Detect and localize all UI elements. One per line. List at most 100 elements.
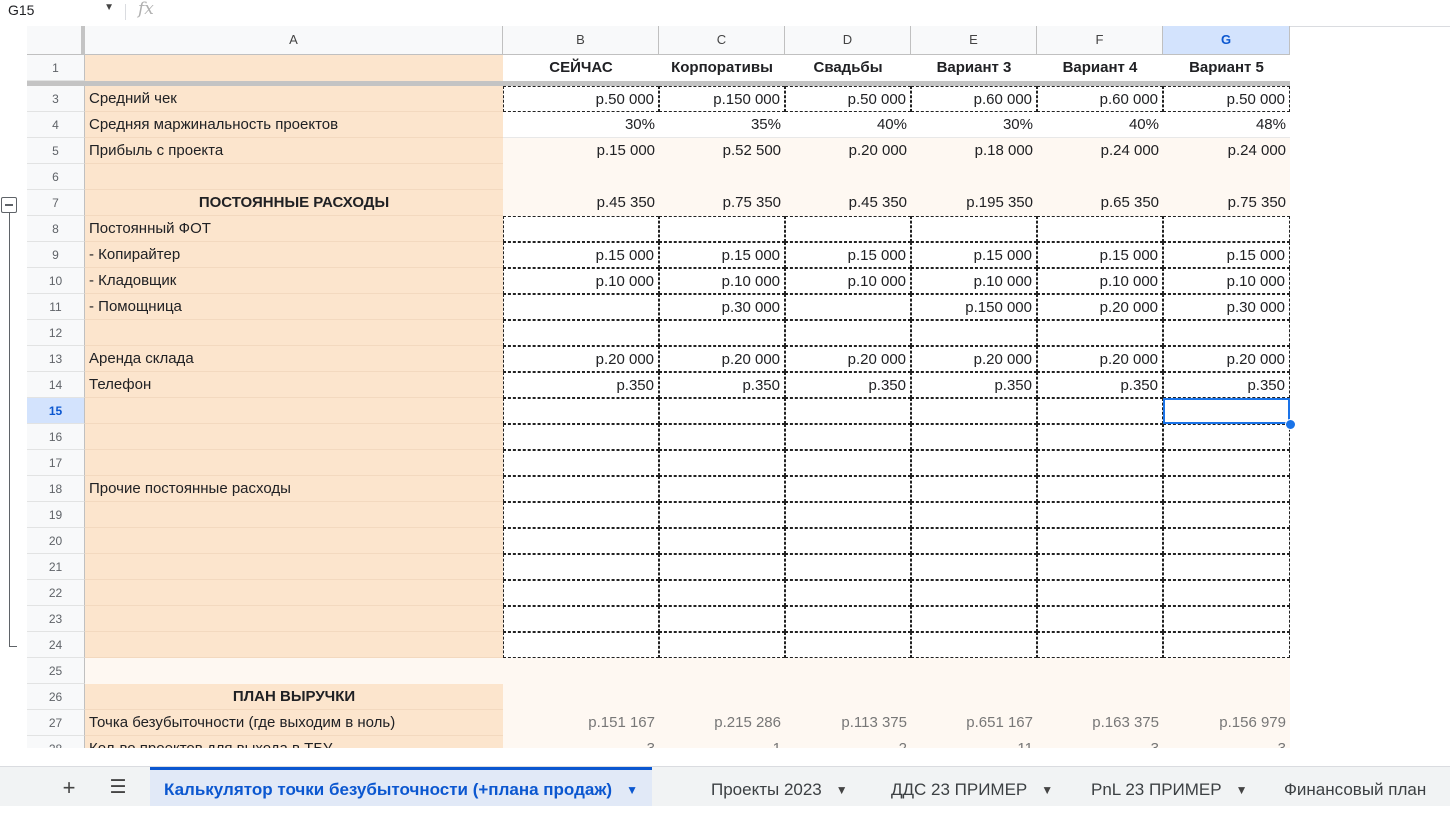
row-header-12[interactable]: 12 [27, 320, 85, 346]
col-b-row-8[interactable] [503, 216, 659, 242]
col-g-row-19[interactable] [1163, 502, 1290, 528]
row-header-24[interactable]: 24 [27, 632, 85, 658]
col-e-row-26[interactable] [911, 684, 1037, 710]
col-f-row-26[interactable] [1037, 684, 1163, 710]
col-g-row-8[interactable] [1163, 216, 1290, 242]
col-d-row-12[interactable] [785, 320, 911, 346]
add-sheet-button[interactable]: + [54, 773, 84, 803]
active-cell-selection[interactable] [1163, 398, 1290, 424]
cell-a6[interactable] [85, 164, 503, 190]
col-c-row-11[interactable]: р.30 000 [659, 294, 785, 320]
row-header-14[interactable]: 14 [27, 372, 85, 398]
col-d-row-7[interactable]: р.45 350 [785, 190, 911, 216]
col-f-row-24[interactable] [1037, 632, 1163, 658]
column-header-b[interactable]: B [503, 26, 659, 55]
col-b-row-19[interactable] [503, 502, 659, 528]
col-c-row-10[interactable]: р.10 000 [659, 268, 785, 294]
col-e-row-25[interactable] [911, 658, 1037, 684]
col-b-row-24[interactable] [503, 632, 659, 658]
col-g-row-21[interactable] [1163, 554, 1290, 580]
cell-a17[interactable] [85, 450, 503, 476]
col-g-row-13[interactable]: р.20 000 [1163, 346, 1290, 372]
col-e-row-16[interactable] [911, 424, 1037, 450]
column-header-a[interactable]: A [85, 26, 503, 55]
col-f-row-9[interactable]: р.15 000 [1037, 242, 1163, 268]
col-g-row-1[interactable]: Вариант 5 [1163, 55, 1290, 81]
col-c-row-23[interactable] [659, 606, 785, 632]
cell-a9[interactable]: - Копирайтер [85, 242, 503, 268]
col-f-row-13[interactable]: р.20 000 [1037, 346, 1163, 372]
cell-a8[interactable]: Постоянный ФОТ [85, 216, 503, 242]
col-f-row-27[interactable]: р.163 375 [1037, 710, 1163, 736]
col-c-row-19[interactable] [659, 502, 785, 528]
col-d-row-24[interactable] [785, 632, 911, 658]
col-e-row-8[interactable] [911, 216, 1037, 242]
fill-handle[interactable] [1285, 419, 1296, 430]
name-box[interactable]: G15 ▼ [0, 0, 120, 20]
col-d-row-5[interactable]: р.20 000 [785, 138, 911, 164]
col-e-row-27[interactable]: р.651 167 [911, 710, 1037, 736]
col-e-row-12[interactable] [911, 320, 1037, 346]
col-e-row-17[interactable] [911, 450, 1037, 476]
col-f-row-11[interactable]: р.20 000 [1037, 294, 1163, 320]
cell-a11[interactable]: - Помощница [85, 294, 503, 320]
col-d-row-1[interactable]: Свадьбы [785, 55, 911, 81]
col-c-row-12[interactable] [659, 320, 785, 346]
cell-a4[interactable]: Средняя маржинальность проектов [85, 112, 503, 138]
sheet-tab-4[interactable]: PnL 23 ПРИМЕР ▼ [1077, 767, 1261, 806]
cell-a15[interactable] [85, 398, 503, 424]
col-b-row-25[interactable] [503, 658, 659, 684]
col-d-row-28[interactable]: 2 [785, 736, 911, 748]
col-d-row-20[interactable] [785, 528, 911, 554]
row-header-27[interactable]: 27 [27, 710, 85, 736]
col-e-row-9[interactable]: р.15 000 [911, 242, 1037, 268]
col-f-row-22[interactable] [1037, 580, 1163, 606]
col-c-row-3[interactable]: р.150 000 [659, 86, 785, 112]
cell-a5[interactable]: Прибыль с проекта [85, 138, 503, 164]
col-f-row-7[interactable]: р.65 350 [1037, 190, 1163, 216]
col-d-row-27[interactable]: р.113 375 [785, 710, 911, 736]
col-d-row-14[interactable]: р.350 [785, 372, 911, 398]
col-e-row-15[interactable] [911, 398, 1037, 424]
col-f-row-17[interactable] [1037, 450, 1163, 476]
row-header-26[interactable]: 26 [27, 684, 85, 710]
col-g-row-24[interactable] [1163, 632, 1290, 658]
col-d-row-10[interactable]: р.10 000 [785, 268, 911, 294]
row-header-17[interactable]: 17 [27, 450, 85, 476]
col-d-row-13[interactable]: р.20 000 [785, 346, 911, 372]
col-b-row-16[interactable] [503, 424, 659, 450]
col-c-row-25[interactable] [659, 658, 785, 684]
col-b-row-28[interactable]: 3 [503, 736, 659, 748]
cell-a26[interactable]: ПЛАН ВЫРУЧКИ [85, 684, 503, 710]
col-g-row-28[interactable]: 3 [1163, 736, 1290, 748]
cell-a21[interactable] [85, 554, 503, 580]
col-d-row-18[interactable] [785, 476, 911, 502]
col-d-row-19[interactable] [785, 502, 911, 528]
col-e-row-20[interactable] [911, 528, 1037, 554]
col-d-row-21[interactable] [785, 554, 911, 580]
col-g-row-20[interactable] [1163, 528, 1290, 554]
col-f-row-14[interactable]: р.350 [1037, 372, 1163, 398]
row-header-7[interactable]: 7 [27, 190, 85, 216]
col-e-row-4[interactable]: 30% [911, 112, 1037, 138]
col-c-row-8[interactable] [659, 216, 785, 242]
row-header-3[interactable]: 3 [27, 86, 85, 112]
cell-a3[interactable]: Средний чек [85, 86, 503, 112]
col-c-row-27[interactable]: р.215 286 [659, 710, 785, 736]
tab-dropdown-icon[interactable]: ▼ [626, 783, 638, 797]
col-e-row-14[interactable]: р.350 [911, 372, 1037, 398]
row-header-9[interactable]: 9 [27, 242, 85, 268]
col-e-row-18[interactable] [911, 476, 1037, 502]
cell-a24[interactable] [85, 632, 503, 658]
col-d-row-23[interactable] [785, 606, 911, 632]
col-f-row-12[interactable] [1037, 320, 1163, 346]
col-f-row-18[interactable] [1037, 476, 1163, 502]
col-g-row-5[interactable]: р.24 000 [1163, 138, 1290, 164]
col-f-row-5[interactable]: р.24 000 [1037, 138, 1163, 164]
sheet-tab-3[interactable]: ДДС 23 ПРИМЕР ▼ [877, 767, 1067, 806]
col-e-row-6[interactable] [911, 164, 1037, 190]
col-c-row-1[interactable]: Корпоративы [659, 55, 785, 81]
col-b-row-13[interactable]: р.20 000 [503, 346, 659, 372]
all-sheets-menu-icon[interactable]: ☰ [103, 773, 133, 803]
col-c-row-5[interactable]: р.52 500 [659, 138, 785, 164]
